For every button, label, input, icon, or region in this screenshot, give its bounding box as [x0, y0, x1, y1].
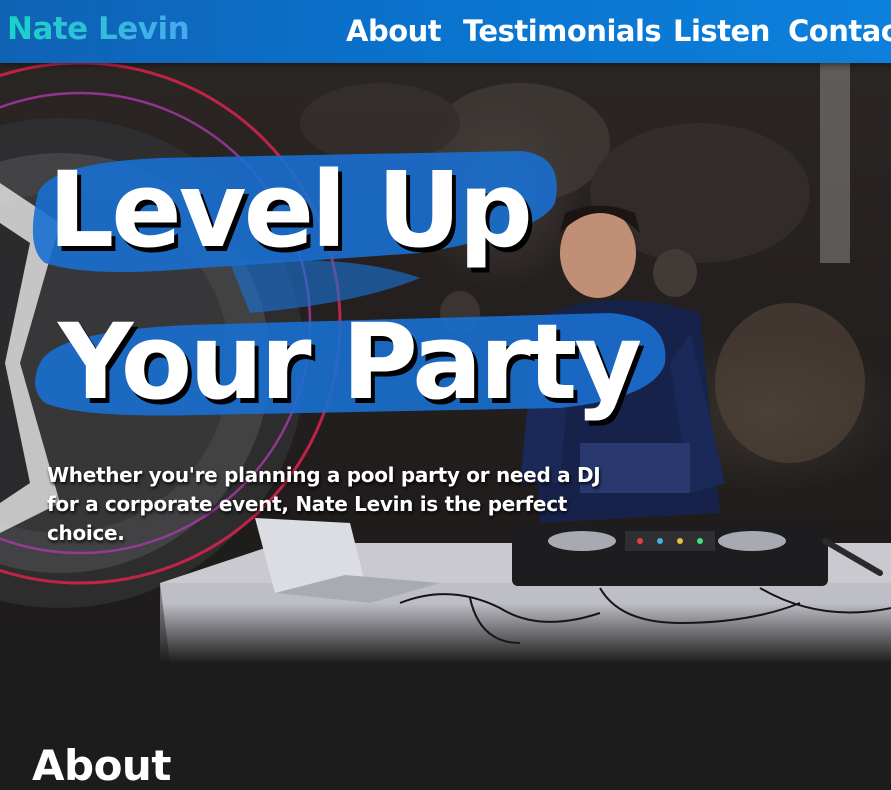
hero-section: Level Up Your Party Whether you're plann… [0, 63, 891, 663]
top-navbar: Nate Levin About Testimonials Listen Con… [0, 0, 891, 63]
hero-bottom-fade [0, 603, 891, 663]
brand-logo[interactable]: Nate Levin [7, 11, 190, 47]
nav-link-testimonials[interactable]: Testimonials [463, 14, 662, 48]
nav-link-about[interactable]: About [346, 14, 442, 48]
hero-subtext: Whether you're planning a pool party or … [47, 463, 601, 545]
hero-headline-line1: Level Up [48, 149, 533, 271]
nav-link-contact[interactable]: Contact [788, 14, 891, 48]
about-section-title: About [32, 740, 171, 790]
nav-link-listen[interactable]: Listen [673, 14, 770, 48]
hero-headline-line2: Your Party [58, 301, 642, 423]
